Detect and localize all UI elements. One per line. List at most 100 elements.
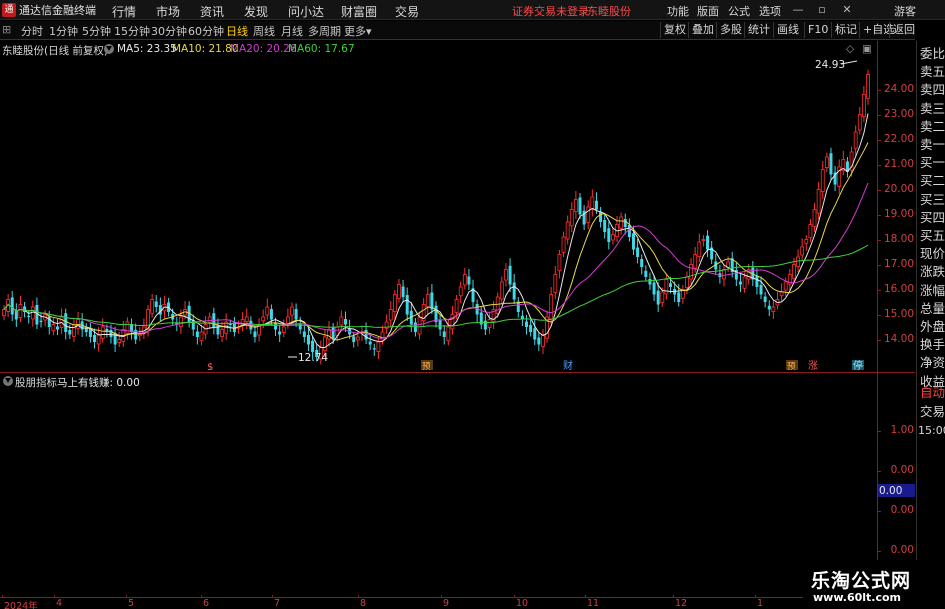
side-field-4[interactable]: 卖二 [920,118,945,135]
candle[interactable] [18,304,23,318]
candle[interactable] [343,319,347,325]
candle[interactable] [96,334,101,345]
event-tag-limit[interactable]: 涨 [808,360,818,370]
side-field-12[interactable]: 涨跌 [920,263,945,280]
period-weekly[interactable]: 周线 [253,23,275,39]
candle[interactable] [154,301,158,308]
candle[interactable] [64,313,68,332]
side-field-16[interactable]: 换手 [920,336,945,353]
event-tag-halt[interactable]: 停 [853,359,863,370]
candle[interactable] [549,294,554,320]
candle[interactable] [417,316,422,335]
candle[interactable] [697,241,702,257]
candle[interactable] [664,279,669,295]
side-field-14[interactable]: 总量 [920,300,945,317]
candle[interactable] [388,309,393,321]
settings-icon[interactable] [104,43,114,56]
candle[interactable] [607,228,611,242]
sub-settings-icon[interactable] [3,375,13,388]
guest-user[interactable]: 游客 [894,3,916,19]
candle[interactable] [693,254,698,269]
side-field-9[interactable]: 买四 [920,209,945,226]
candle[interactable] [779,291,784,297]
candle[interactable] [623,219,627,227]
candle[interactable] [829,153,833,175]
candle[interactable] [2,309,6,317]
back-button[interactable]: 返回 [889,22,918,38]
candle[interactable] [462,274,467,286]
candle[interactable] [281,326,286,333]
period-monthly[interactable]: 月线 [281,23,303,39]
event-tag-forecast2[interactable]: 预 [787,361,796,370]
candle[interactable] [512,282,516,300]
candle[interactable] [35,305,39,325]
period-daily[interactable]: 日线 [226,23,248,39]
candlestick-chart[interactable]: 24.93 12.74 $ 预 财 预 涨 停 [0,57,877,370]
candle[interactable] [796,256,800,267]
candle[interactable] [824,156,829,168]
candle[interactable] [405,295,409,315]
candle[interactable] [240,319,245,326]
candle[interactable] [137,334,142,337]
candle[interactable] [783,281,788,291]
restore-icon[interactable]: ▫ [815,3,829,17]
candle[interactable] [685,276,689,288]
candle[interactable] [446,326,451,342]
candle[interactable] [454,299,459,313]
candle[interactable] [603,220,607,232]
side-field-6[interactable]: 买一 [920,154,945,171]
candle[interactable] [278,331,282,335]
menu-market[interactable]: 市场 [156,3,180,20]
candle[interactable] [125,321,130,334]
candle[interactable] [812,209,817,227]
candle[interactable] [442,331,446,338]
candle[interactable] [631,233,635,250]
candle[interactable] [573,199,578,212]
candle[interactable] [533,328,537,340]
candle[interactable] [352,336,356,343]
candle[interactable] [487,319,492,328]
side-field-5[interactable]: 卖一 [920,136,945,153]
side-field-2[interactable]: 卖四 [920,81,945,98]
candle[interactable] [706,235,710,250]
event-tag-dividend[interactable]: $ [207,362,213,370]
period-multi[interactable]: 多周期 [308,23,341,39]
candle[interactable] [652,282,656,295]
side-field-0[interactable]: 委比 [920,45,945,62]
candle[interactable] [861,94,866,117]
candle[interactable] [529,325,533,332]
candle[interactable] [51,324,56,332]
period-5min[interactable]: 5分钟 [82,23,111,39]
candle[interactable] [820,169,825,192]
draw-line-button[interactable]: 画线 [773,22,802,38]
candle[interactable] [742,276,747,289]
candle[interactable] [397,284,401,299]
menu-quotes[interactable]: 行情 [112,3,136,20]
candle[interactable] [561,236,566,253]
side-field-15[interactable]: 外盘 [920,318,945,335]
candle[interactable] [339,316,344,326]
candle[interactable] [619,216,624,229]
candle[interactable] [30,306,35,320]
candle[interactable] [150,299,155,314]
side-field-3[interactable]: 卖三 [920,100,945,117]
period-15min[interactable]: 15分钟 [114,23,150,39]
menu-options[interactable]: 选项 [759,3,781,19]
period-1min[interactable]: 1分钟 [49,23,78,39]
candle[interactable] [179,316,183,327]
candle[interactable] [425,294,430,307]
candle[interactable] [269,309,273,320]
candle[interactable] [701,239,706,241]
candle[interactable] [644,270,648,277]
menu-news[interactable]: 资讯 [200,3,224,20]
candle[interactable] [569,209,574,227]
candle[interactable] [669,283,673,287]
candle[interactable] [738,281,742,285]
window-icon[interactable]: ▣ [862,43,872,55]
candle[interactable] [199,331,204,342]
candle[interactable] [331,327,335,340]
f10-button[interactable]: F10 [804,22,831,38]
candle[interactable] [553,274,558,293]
app-title[interactable]: 通 通达信金融终端 [2,2,96,18]
candle[interactable] [244,316,249,322]
